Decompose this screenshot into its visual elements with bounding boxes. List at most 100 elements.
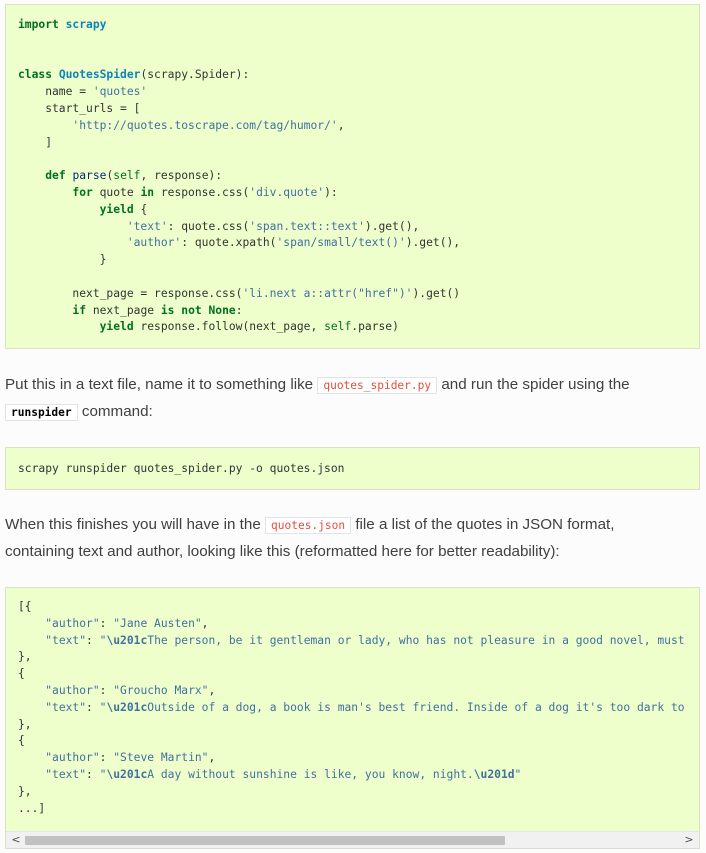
code-token: ...] xyxy=(18,801,46,815)
code-token: \u201c xyxy=(106,633,148,647)
code-token: is not xyxy=(160,303,202,317)
code-token: The person, be it gentleman or lady, who… xyxy=(147,633,685,647)
code-token: \u201c xyxy=(106,767,148,781)
spider-code: import scrapy class QuotesSpider(scrapy.… xyxy=(6,5,699,336)
result-paragraph: When this finishes you will have in the … xyxy=(5,512,700,565)
code-token: 'span/small/text()' xyxy=(276,236,406,250)
code-token: None xyxy=(208,303,236,317)
code-token: "Groucho Marx" xyxy=(113,683,209,697)
code-token: } xyxy=(18,253,107,267)
command-code: scrapy runspider quotes_spider.py -o quo… xyxy=(18,462,345,475)
inline-code-command: runspider xyxy=(5,404,78,421)
code-token: next_page xyxy=(86,303,161,317)
code-token: for xyxy=(72,185,93,199)
paragraph-text: When this finishes you will have in the xyxy=(5,516,266,533)
code-token: response.css( xyxy=(154,185,250,199)
code-token: parse xyxy=(72,169,107,183)
code-token: \u201c xyxy=(106,700,148,714)
code-token: : quote.css( xyxy=(167,219,250,233)
code-token: { xyxy=(18,667,25,681)
code-token: self xyxy=(324,320,352,334)
horizontal-scrollbar[interactable]: < > xyxy=(6,831,699,848)
code-token: "text" xyxy=(45,700,87,714)
code-token: , response): xyxy=(140,169,223,183)
code-token: .parse) xyxy=(351,320,399,334)
instruction-paragraph: Put this in a text file, name it to some… xyxy=(5,372,700,426)
paragraph-text: command: xyxy=(77,403,153,420)
code-token: 'author' xyxy=(126,236,182,250)
code-token: scrapy xyxy=(65,18,107,31)
code-token: start_urls = [ xyxy=(18,101,141,115)
code-token: 'quotes' xyxy=(92,85,148,99)
code-token: "Steve Martin" xyxy=(113,751,209,765)
code-token: 'http://quotes.toscrape.com/tag/humor/' xyxy=(72,118,338,132)
code-token: , xyxy=(208,751,216,765)
code-token: 'li.next a::attr("href")' xyxy=(242,286,413,300)
code-token: ).get() xyxy=(412,286,461,300)
scroll-left-arrow-icon[interactable]: < xyxy=(8,832,24,848)
code-token: QuotesSpider xyxy=(58,68,141,82)
code-token: A day without sunshine is like, you know… xyxy=(147,767,474,781)
spider-code-block: import scrapy class QuotesSpider(scrapy.… xyxy=(5,4,700,349)
code-token: { xyxy=(133,202,148,216)
code-token: , xyxy=(201,616,209,630)
code-token: "author" xyxy=(45,616,100,630)
command-code-block: scrapy runspider quotes_spider.py -o quo… xyxy=(5,447,700,490)
code-token: : xyxy=(86,767,100,781)
code-token: "text" xyxy=(45,633,87,647)
paragraph-text: file a list of the quotes in JSON format… xyxy=(351,516,615,533)
code-token: yield xyxy=(99,202,134,216)
code-token: " xyxy=(514,767,522,781)
code-token: , xyxy=(337,118,345,132)
code-token: ).get(), xyxy=(364,219,420,233)
code-token: { xyxy=(18,734,25,748)
code-token: }, xyxy=(18,650,32,664)
scroll-right-arrow-icon[interactable]: > xyxy=(681,832,697,848)
code-token: if xyxy=(72,303,87,317)
code-token: import xyxy=(18,18,59,31)
code-token: next_page = response.css( xyxy=(18,286,243,300)
code-token: self xyxy=(113,169,141,183)
code-token: ): xyxy=(324,185,338,199)
code-token: , xyxy=(208,683,216,697)
code-token: yield xyxy=(99,320,134,334)
code-token: 'text' xyxy=(126,219,168,233)
code-token: }, xyxy=(18,717,32,731)
code-token: ] xyxy=(18,135,53,149)
code-token: name = xyxy=(18,85,93,99)
code-token: : xyxy=(235,303,243,317)
code-token: class xyxy=(18,68,53,82)
code-token: "Jane Austen" xyxy=(113,616,202,630)
json-output-code-block: [{ "author": "Jane Austen", "text": "\u2… xyxy=(5,587,700,849)
paragraph-text: and run the spider using the xyxy=(437,376,630,393)
code-token: : xyxy=(86,700,100,714)
code-token: (scrapy.Spider): xyxy=(140,68,250,82)
code-token: : xyxy=(99,683,114,697)
code-token: ).get(), xyxy=(405,236,461,250)
paragraph-text: containing text and author, looking like… xyxy=(5,543,560,560)
code-token: : quote.xpath( xyxy=(181,236,277,250)
code-token: }, xyxy=(18,784,32,798)
scrollbar-thumb[interactable] xyxy=(25,836,505,845)
code-token: \u201d xyxy=(473,767,515,781)
code-token: response.follow(next_page, xyxy=(133,320,325,334)
inline-code-json-file: quotes.json xyxy=(265,517,352,534)
inline-code-filename: quotes_spider.py xyxy=(317,377,438,394)
code-token: "author" xyxy=(45,683,100,697)
paragraph-text: Put this in a text file, name it to some… xyxy=(5,376,318,393)
code-token: quote xyxy=(92,185,141,199)
code-token: def xyxy=(45,169,66,183)
